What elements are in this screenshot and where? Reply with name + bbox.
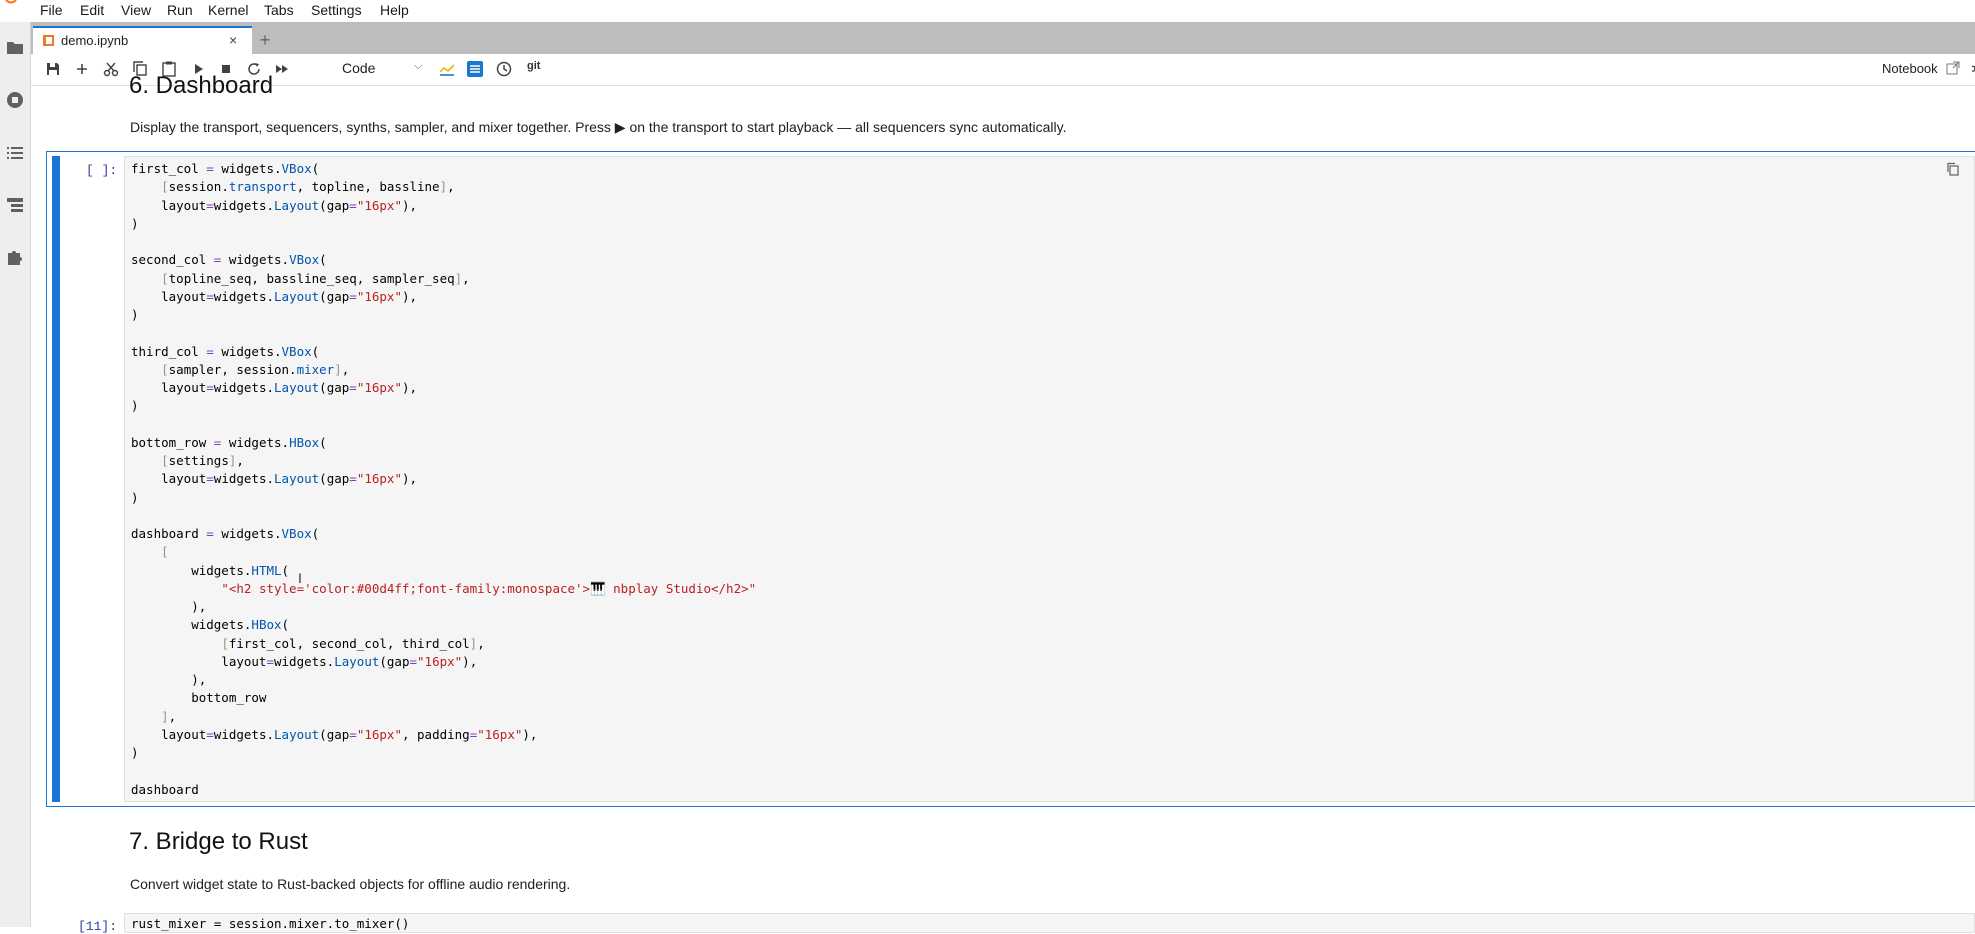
chevron-down-icon[interactable]: ⌵ <box>414 60 422 73</box>
section-heading-bridge: 7. Bridge to Rust <box>129 828 308 855</box>
tab-demo-notebook[interactable]: demo.ipynb × <box>33 26 252 54</box>
extensions-icon[interactable] <box>5 247 25 267</box>
code-source: first_col = widgets.VBox( [session.trans… <box>131 161 757 797</box>
fast-forward-icon[interactable] <box>273 60 291 78</box>
cell-collapser[interactable] <box>52 156 60 802</box>
menu-view[interactable]: View <box>121 2 151 18</box>
open-notebook-button[interactable]: Notebook <box>1882 61 1938 76</box>
menu-kernel[interactable]: Kernel <box>208 2 248 18</box>
toc-icon[interactable] <box>5 143 25 163</box>
section-heading-dashboard: 6. Dashboard <box>129 72 274 99</box>
menu-edit[interactable]: Edit <box>80 2 104 18</box>
section-description-dashboard: Display the transport, sequencers, synth… <box>130 119 1067 135</box>
section-description-bridge: Convert widget state to Rust-backed obje… <box>130 876 571 892</box>
external-link-icon[interactable] <box>1946 61 1960 75</box>
menu-help[interactable]: Help <box>380 2 409 18</box>
new-tab-button[interactable]: + <box>255 30 275 50</box>
menu-tabs[interactable]: Tabs <box>264 2 294 18</box>
code-source-2: rust_mixer = session.mixer.to_mixer() <box>131 916 410 931</box>
notebook-toolbar: Code ⌵ git Notebook <box>31 54 1975 86</box>
table-icon[interactable] <box>466 60 484 78</box>
folder-icon[interactable] <box>5 38 25 58</box>
chart-icon[interactable] <box>438 60 456 78</box>
left-sidebar <box>0 22 31 927</box>
menu-bar: File Edit View Run Kernel Tabs Settings … <box>0 0 1975 22</box>
property-inspector-icon[interactable] <box>5 195 25 215</box>
menu-run[interactable]: Run <box>167 2 193 18</box>
tab-title: demo.ipynb <box>61 33 129 48</box>
menu-settings[interactable]: Settings <box>311 2 362 18</box>
tab-bar <box>31 22 1975 54</box>
cell-type-select[interactable]: Code <box>342 60 375 76</box>
save-icon[interactable] <box>44 60 62 78</box>
text-cursor-icon: I <box>298 570 302 586</box>
notebook-file-icon <box>43 35 54 46</box>
git-button[interactable]: git <box>527 60 540 72</box>
kernel-debug-icon[interactable] <box>1970 60 1975 76</box>
tab-close-icon[interactable]: × <box>229 32 237 48</box>
add-cell-icon[interactable] <box>73 60 91 78</box>
clock-icon[interactable] <box>495 60 513 78</box>
cut-icon[interactable] <box>102 60 120 78</box>
cell-prompt: [ ]: <box>86 163 118 178</box>
copy-cell-icon[interactable] <box>1946 162 1960 176</box>
running-icon[interactable] <box>5 90 25 110</box>
menu-file[interactable]: File <box>40 2 63 18</box>
jupyter-logo-icon <box>5 0 17 4</box>
